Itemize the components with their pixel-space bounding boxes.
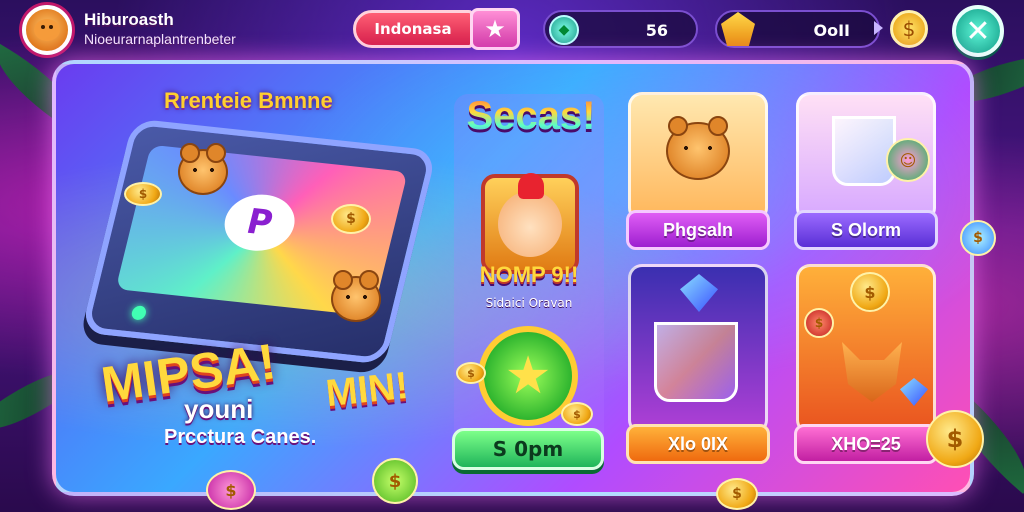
player-subtitle: Nioeurarnaplantrenbeter <box>84 31 236 47</box>
gold-counter[interactable]: OoΙI <box>715 10 880 48</box>
bear-mascot-icon <box>178 143 228 195</box>
card-label: S Olorm <box>794 210 938 250</box>
gold-coin-button[interactable]: $ <box>890 10 928 48</box>
coin-icon: $ <box>206 470 256 510</box>
coin-icon: $ <box>561 402 593 426</box>
coin-icon: $ <box>372 458 418 504</box>
rainbow-mug-icon <box>654 322 738 402</box>
promo-badge: MIN! <box>323 364 411 416</box>
card-label: Xlo 0IX <box>626 424 770 464</box>
featured-name: NOMP 9!! <box>479 262 579 287</box>
player-avatar[interactable] <box>22 5 72 55</box>
coin-icon: $ <box>850 272 890 312</box>
gold-pile-icon <box>721 12 755 46</box>
featured-subtitle: Sidaici Oravan <box>485 296 573 310</box>
glass-cup-icon <box>832 116 896 186</box>
arrow-right-icon <box>874 21 883 35</box>
coin-icon: $ <box>926 410 984 468</box>
card-label: XHO=25 <box>794 424 938 464</box>
event-button[interactable]: Indonasa <box>353 10 473 48</box>
character-face-icon <box>498 173 562 257</box>
bear-mascot-icon <box>666 116 730 180</box>
bear-face-icon <box>34 19 60 41</box>
coin-icon: $ <box>960 220 996 256</box>
card-label: Phgsaln <box>626 210 770 250</box>
featured-title: Secas! <box>446 94 616 139</box>
smile-coin-icon: ☺ <box>886 138 930 182</box>
coin-icon: $ <box>804 308 834 338</box>
coin-icon: $ <box>902 17 916 41</box>
featured-claim-button[interactable]: S 0pm <box>452 428 604 470</box>
gem-count: 56 <box>645 21 668 40</box>
coin-icon: $ <box>456 362 486 384</box>
close-button[interactable]: ✕ <box>952 5 1004 57</box>
promo-description: Prcctura Canes. <box>164 426 317 448</box>
player-name: Hiburoasth <box>84 10 174 29</box>
main-panel: Rrenteie Bmnne P $ $ MIPSA! youni Prcctu… <box>52 60 974 496</box>
game-device-illustration[interactable]: P <box>80 118 438 365</box>
gem-counter[interactable]: ◆ 56 <box>543 10 698 48</box>
coin-icon: $ <box>331 204 371 234</box>
star-icon: ★ <box>484 15 506 43</box>
coin-icon: $ <box>716 478 758 510</box>
promo-title: Rrenteie Bmnne <box>164 88 333 113</box>
device-light-icon <box>130 305 148 321</box>
top-bar: Hiburoasth Nioeurarnaplantrenbeter Indon… <box>0 0 1024 60</box>
favorite-star-button[interactable]: ★ <box>470 8 520 50</box>
close-icon: ✕ <box>965 13 991 49</box>
bear-mascot-icon <box>331 270 381 322</box>
promo-subline: youni <box>184 394 254 424</box>
gold-count: OoΙI <box>813 21 851 40</box>
coin-icon: $ <box>124 182 162 206</box>
featured-character-portrait[interactable] <box>481 173 579 274</box>
gem-icon: ◆ <box>549 15 579 45</box>
